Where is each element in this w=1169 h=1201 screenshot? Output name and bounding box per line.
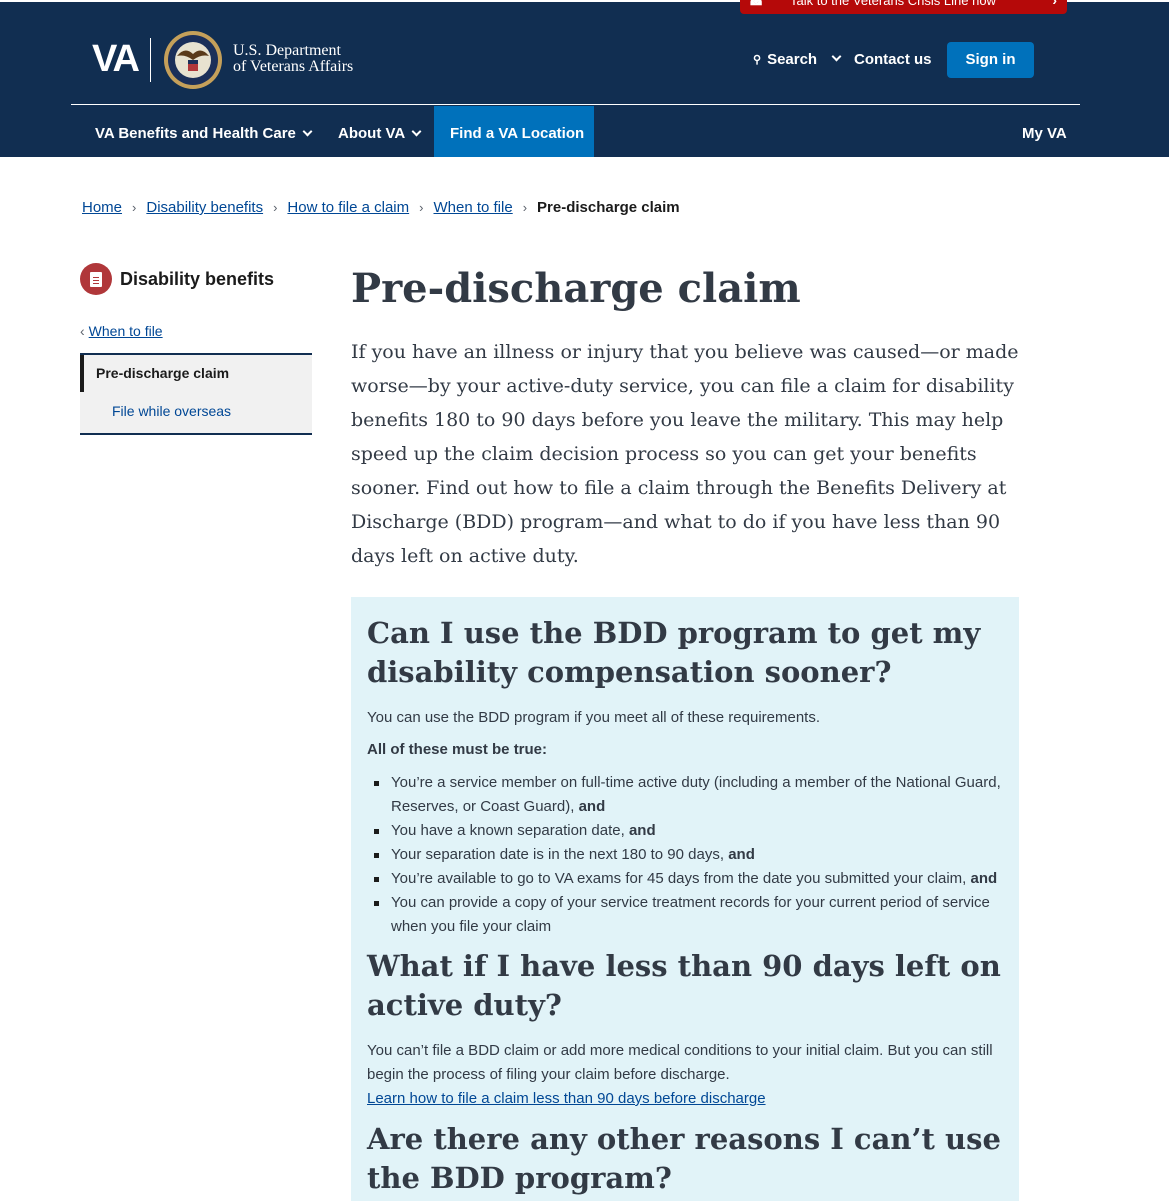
nav-about-label: About VA (338, 125, 406, 142)
list-item-and: and (628, 822, 656, 839)
search-icon: ⚲ (753, 54, 762, 66)
breadcrumb-separator: › (419, 200, 424, 215)
document-icon (80, 263, 112, 295)
section2-body-text: You can’t file a BDD claim or add more m… (367, 1042, 993, 1083)
va-seal-icon (164, 31, 222, 89)
sign-in-button[interactable]: Sign in (947, 42, 1034, 78)
section1-lead: You can use the BDD program if you meet … (367, 709, 821, 726)
sidenav-header: Disability benefits (80, 263, 274, 295)
crisis-line-icon: ☎ (748, 0, 765, 8)
list-item: Your separation date is in the next 180 … (374, 843, 1011, 867)
list-item-text: You’re available to go to VA exams for 4… (391, 870, 967, 887)
department-name-line2: of Veterans Affairs (233, 58, 354, 75)
va-logo[interactable]: VA (92, 38, 140, 81)
logo-divider (150, 38, 151, 82)
breadcrumb-disability-benefits[interactable]: Disability benefits (146, 199, 263, 216)
sidenav-back-link[interactable]: When to file (89, 323, 163, 339)
section2-heading: What if I have less than 90 days left on… (367, 949, 1001, 1022)
intro-text: If you have an illness or injury that yo… (351, 341, 1019, 567)
chevron-down-icon (831, 51, 842, 62)
sidenav-item-file-while-overseas[interactable]: File while overseas (112, 403, 231, 419)
breadcrumb-when-to-file[interactable]: When to file (433, 199, 512, 216)
breadcrumb-separator: › (273, 200, 278, 215)
list-item: You have a known separation date, and (374, 819, 1011, 843)
list-item-text: You can provide a copy of your service t… (391, 894, 990, 935)
department-name-line1: U.S. Department (233, 42, 341, 59)
breadcrumb: Home › Disability benefits › How to file a c… (82, 199, 680, 216)
section3-heading: Are there any other reasons I can’t use … (367, 1122, 1001, 1195)
page-title: Pre-discharge claim (351, 265, 801, 312)
breadcrumb-home[interactable]: Home (82, 199, 122, 216)
chevron-left-icon: ‹ (80, 323, 85, 339)
sidenav-list: Pre-discharge claim File while overseas (80, 353, 312, 435)
search-button[interactable]: ⚲ Search (753, 51, 842, 68)
list-item-text: You have a known separation date, (391, 822, 625, 839)
crisis-line-text: Talk to the Veterans Crisis Line now (790, 0, 996, 8)
chevron-down-icon (411, 126, 422, 137)
list-item-and: and (970, 870, 998, 887)
department-name: U.S. Department of Veterans Affairs (233, 43, 353, 75)
breadcrumb-how-to-file[interactable]: How to file a claim (287, 199, 409, 216)
nav-find-va-location[interactable]: Find a VA Location (434, 106, 594, 157)
nav-my-va[interactable]: My VA (1022, 106, 1067, 157)
sidenav-title: Disability benefits (120, 268, 275, 289)
section1-must-be-true: All of these must be true: (367, 741, 548, 758)
less-than-90-days-link[interactable]: Learn how to file a claim less than 90 d… (367, 1090, 766, 1107)
breadcrumb-current: Pre-discharge claim (537, 199, 680, 216)
chevron-right-icon: › (1052, 0, 1057, 8)
chevron-down-icon (302, 126, 313, 137)
header-divider (71, 104, 1080, 105)
breadcrumb-separator: › (522, 200, 528, 215)
nav-about-va[interactable]: About VA (338, 106, 422, 157)
list-item-text: Your separation date is in the next 180 … (391, 846, 725, 863)
search-label: Search (767, 51, 818, 68)
veterans-crisis-line-button[interactable]: ☎ Talk to the Veterans Crisis Line now › (740, 0, 1067, 14)
list-item-and: and (728, 846, 755, 863)
site-header: ☎ Talk to the Veterans Crisis Line now ›… (0, 0, 1169, 157)
list-item-text: You’re a service member on full-time act… (391, 774, 1001, 815)
list-item: You can provide a copy of your service t… (374, 891, 1011, 939)
list-item-and: and (578, 798, 606, 815)
nav-benefits-label: VA Benefits and Health Care (95, 125, 296, 142)
breadcrumb-separator: › (132, 200, 137, 215)
sidenav-back: ‹ When to file (80, 323, 163, 339)
requirements-list: You’re a service member on full-time act… (374, 771, 1011, 939)
sidenav-item-pre-discharge-claim[interactable]: Pre-discharge claim (80, 355, 312, 392)
list-item: You’re available to go to VA exams for 4… (374, 867, 1011, 891)
list-item: You’re a service member on full-time act… (374, 771, 1011, 819)
section2-body: You can’t file a BDD claim or add more m… (367, 1039, 1007, 1111)
section1-heading: Can I use the BDD program to get my disa… (367, 616, 981, 689)
info-panel: Can I use the BDD program to get my disa… (351, 597, 1019, 1201)
contact-us-link[interactable]: Contact us (854, 51, 932, 68)
nav-benefits-health-care[interactable]: VA Benefits and Health Care (95, 106, 313, 157)
